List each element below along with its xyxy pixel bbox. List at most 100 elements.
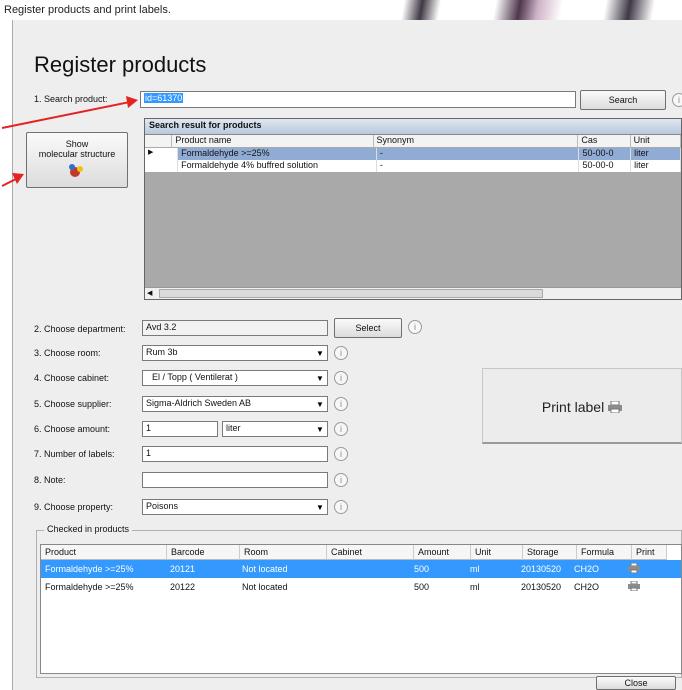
chevron-down-icon[interactable]: ▼ [315, 348, 325, 359]
checked-header-row: Product Barcode Room Cabinet Amount Unit… [41, 545, 681, 560]
print-row-button[interactable] [624, 560, 658, 578]
info-icon[interactable]: i [334, 500, 348, 514]
close-button[interactable]: Close [596, 676, 676, 690]
checked-formula: CH2O [574, 564, 600, 574]
print-label-button[interactable]: Print label [482, 368, 682, 444]
checked-products-list: Product Barcode Room Cabinet Amount Unit… [40, 544, 682, 674]
info-icon[interactable]: i [408, 320, 422, 334]
chevron-down-icon[interactable]: ▼ [315, 424, 325, 435]
info-icon[interactable]: i [334, 397, 348, 411]
amount-unit-value: liter [226, 423, 241, 433]
result-synonym: - [376, 160, 580, 172]
cabinet-label: 4. Choose cabinet: [34, 373, 110, 383]
row-indicator [145, 160, 179, 172]
info-icon[interactable]: i [334, 371, 348, 385]
checked-cabinet [324, 578, 410, 596]
amount-label: 6. Choose amount: [34, 424, 111, 434]
checked-product: Formaldehyde >=25% [45, 582, 134, 592]
col-formula[interactable]: Formula [577, 545, 632, 560]
checked-barcode: 20121 [170, 564, 196, 574]
search-results-grid: Search result for products Product name … [144, 118, 682, 300]
print-row-button[interactable] [624, 578, 658, 596]
chevron-down-icon[interactable]: ▼ [315, 502, 325, 513]
info-icon[interactable]: i [334, 447, 348, 461]
checked-product: Formaldehyde >=25% [45, 564, 134, 574]
labels-count-input[interactable]: 1 [142, 446, 328, 462]
col-barcode[interactable]: Barcode [167, 545, 240, 560]
search-results-heading: Search result for products [145, 119, 681, 135]
room-select[interactable]: Rum 3b ▼ [142, 345, 328, 361]
checked-room: Not located [242, 564, 288, 574]
result-synonym: - [376, 148, 580, 160]
annotation-arrowhead [126, 96, 138, 108]
labels-count-label: 7. Number of labels: [34, 449, 115, 459]
supplier-value: Sigma-Aldrich Sweden AB [146, 398, 252, 408]
col-product[interactable]: Product [41, 545, 167, 560]
select-department-button[interactable]: Select [334, 318, 402, 338]
checked-barcode: 20122 [170, 582, 196, 592]
col-storage[interactable]: Storage [523, 545, 577, 560]
department-label: 2. Choose department: [34, 324, 126, 334]
result-cas: 50-00-0 [579, 148, 632, 160]
annotation-arrowhead [12, 173, 24, 184]
info-icon[interactable]: i [334, 422, 348, 436]
chevron-down-icon[interactable]: ▼ [315, 399, 325, 410]
result-row[interactable]: ▶ Formaldehyde >=25% - 50-00-0 liter [145, 148, 682, 160]
results-header-row: Product name Synonym Cas Unit [145, 135, 681, 148]
col-unit[interactable]: Unit [471, 545, 523, 560]
info-icon[interactable]: i [334, 346, 348, 360]
result-name: Formaldehyde >=25% [178, 148, 377, 160]
checked-formula: CH2O [574, 582, 600, 592]
note-input[interactable] [142, 472, 328, 488]
info-icon[interactable]: i [672, 93, 682, 107]
col-amount[interactable]: Amount [414, 545, 471, 560]
room-value: Rum 3b [146, 347, 178, 357]
amount-input[interactable]: 1 [142, 421, 218, 437]
annotation-arrows [1, 96, 138, 187]
result-name: Formaldehyde 4% buffred solution [178, 160, 377, 172]
col-product-name[interactable]: Product name [172, 135, 374, 148]
room-label: 3. Choose room: [34, 348, 101, 358]
col-print[interactable]: Print [632, 545, 667, 560]
chevron-down-icon[interactable]: ▼ [315, 373, 325, 384]
checked-row[interactable]: Formaldehyde >=25% 20121 Not located 500… [41, 560, 681, 578]
checked-room: Not located [242, 582, 288, 592]
title-decoration [380, 0, 682, 22]
col-cas[interactable]: Cas [578, 135, 631, 148]
result-unit: liter [631, 160, 682, 172]
row-pointer-icon: ▶ [145, 148, 179, 160]
search-button[interactable]: Search [580, 90, 666, 110]
cabinet-value: El / Topp ( Ventilerat ) [152, 372, 238, 382]
note-label: 8. Note: [34, 475, 66, 485]
title-bar: Register products and print labels. [0, 0, 682, 22]
checked-row[interactable]: Formaldehyde >=25% 20122 Not located 500… [41, 578, 681, 596]
horizontal-scrollbar[interactable]: ◀ [145, 287, 681, 299]
printer-icon [608, 400, 623, 414]
printer-icon [628, 580, 640, 592]
supplier-label: 5. Choose supplier: [34, 399, 112, 409]
amount-unit-select[interactable]: liter ▼ [222, 421, 328, 437]
printer-icon [628, 562, 640, 574]
page-title: Register products [34, 52, 207, 77]
checked-unit: ml [470, 582, 480, 592]
department-field: Avd 3.2 [142, 320, 328, 336]
search-input-value: id=61370 [144, 93, 184, 103]
search-input[interactable]: id=61370 [140, 91, 576, 108]
checked-cabinet [324, 560, 410, 578]
result-unit: liter [631, 148, 682, 160]
col-synonym[interactable]: Synonym [373, 135, 579, 148]
info-icon[interactable]: i [334, 473, 348, 487]
col-room[interactable]: Room [240, 545, 327, 560]
property-select[interactable]: Poisons ▼ [142, 499, 328, 515]
checked-storage: 20130520 [521, 582, 562, 592]
col-cabinet[interactable]: Cabinet [327, 545, 414, 560]
scroll-left-icon[interactable]: ◀ [147, 289, 155, 298]
result-row[interactable]: Formaldehyde 4% buffred solution - 50-00… [145, 160, 682, 172]
checked-storage: 20130520 [521, 564, 562, 574]
checked-amount: 500 [414, 582, 430, 592]
cabinet-select[interactable]: El / Topp ( Ventilerat ) ▼ [142, 370, 328, 386]
checked-unit: ml [470, 564, 480, 574]
supplier-select[interactable]: Sigma-Aldrich Sweden AB ▼ [142, 396, 328, 412]
col-unit[interactable]: Unit [630, 135, 681, 148]
scrollbar-thumb[interactable] [159, 289, 543, 298]
